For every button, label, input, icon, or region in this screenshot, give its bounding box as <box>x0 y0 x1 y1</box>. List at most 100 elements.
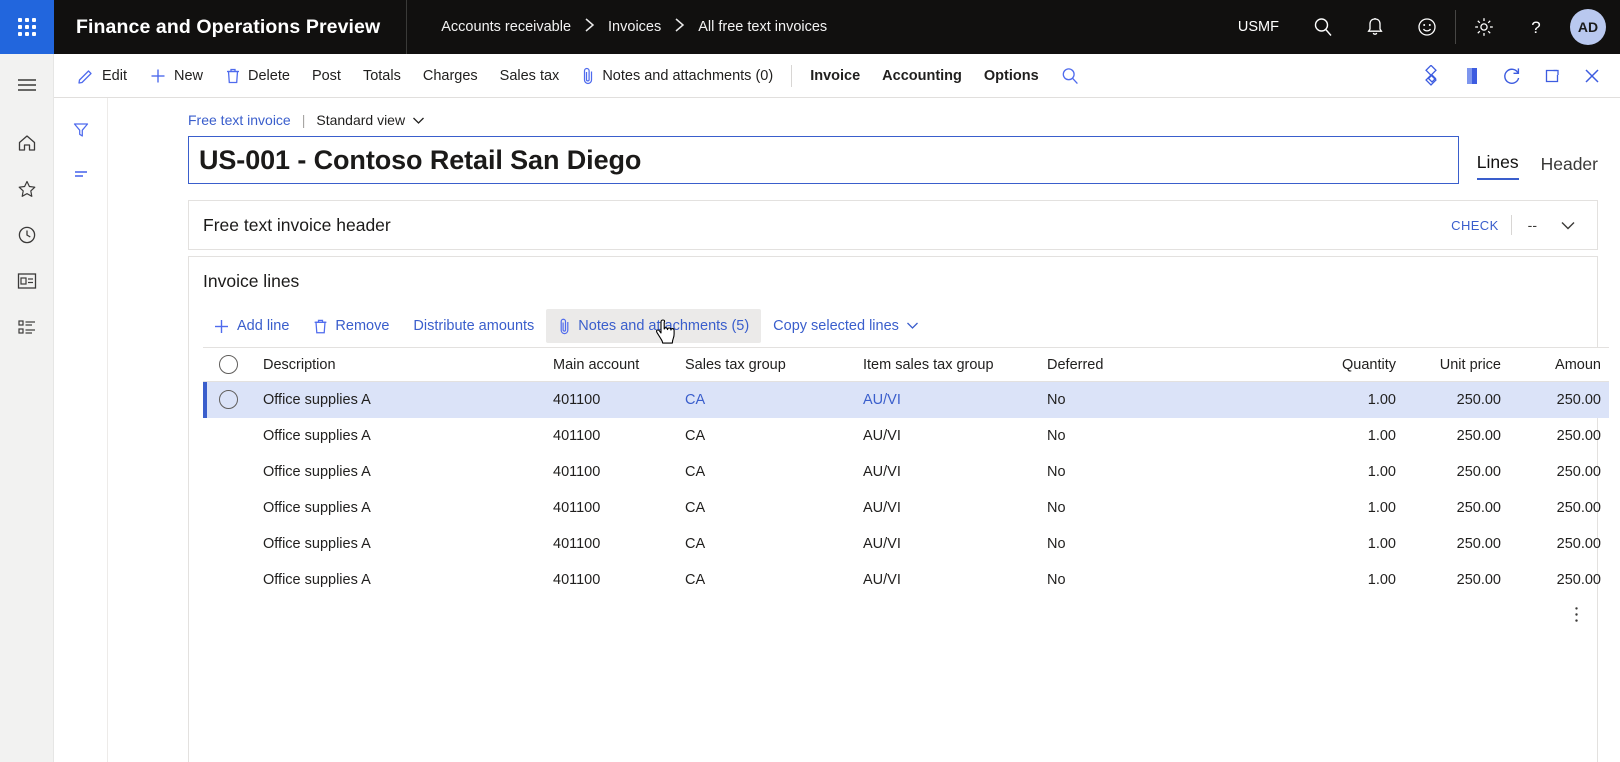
edit-button[interactable]: Edit <box>66 54 138 98</box>
totals-button[interactable]: Totals <box>352 54 412 98</box>
charges-button[interactable]: Charges <box>412 54 489 98</box>
breadcrumb-item-all-free-text-invoices[interactable]: All free text invoices <box>698 19 827 35</box>
cell-unit_price[interactable]: 250.00 <box>1404 454 1509 490</box>
column-header-amount[interactable]: Amoun <box>1509 348 1609 382</box>
select-all-radio[interactable] <box>219 355 238 374</box>
sales-tax-button[interactable]: Sales tax <box>489 54 571 98</box>
recent-clock-icon[interactable] <box>0 212 54 258</box>
row-select-cell[interactable] <box>203 454 255 490</box>
breadcrumb-item-invoices[interactable]: Invoices <box>608 19 661 35</box>
table-row[interactable]: Office supplies A401100CAAU/VINo1.00250.… <box>203 382 1609 418</box>
hamburger-menu-icon[interactable] <box>0 62 54 108</box>
cell-item_sales_tax_group[interactable]: AU/VI <box>855 382 1039 418</box>
cell-unit_price[interactable]: 250.00 <box>1404 418 1509 454</box>
cell-quantity[interactable]: 1.00 <box>1289 562 1404 598</box>
new-button[interactable]: New <box>138 54 214 98</box>
delete-button[interactable]: Delete <box>214 54 301 98</box>
breadcrumb-item-accounts-receivable[interactable]: Accounts receivable <box>441 19 571 35</box>
cell-unit_price[interactable]: 250.00 <box>1404 562 1509 598</box>
cell-main_account[interactable]: 401100 <box>545 382 677 418</box>
search-icon[interactable] <box>1297 0 1349 54</box>
row-select-radio[interactable] <box>219 390 238 409</box>
cell-unit_price[interactable]: 250.00 <box>1404 382 1509 418</box>
popout-icon[interactable] <box>1532 54 1572 98</box>
cell-item_sales_tax_group[interactable]: AU/VI <box>855 454 1039 490</box>
cell-item_sales_tax_group[interactable]: AU/VI <box>855 526 1039 562</box>
workspaces-icon[interactable] <box>0 258 54 304</box>
more-options-icon[interactable] <box>1574 606 1579 626</box>
view-selector[interactable]: Standard view <box>316 112 425 128</box>
close-icon[interactable] <box>1572 54 1612 98</box>
cell-item_sales_tax_group[interactable]: AU/VI <box>855 562 1039 598</box>
cell-deferred[interactable]: No <box>1039 490 1289 526</box>
table-row[interactable]: Office supplies A401100CAAU/VINo1.00250.… <box>203 526 1609 562</box>
cell-description[interactable]: Office supplies A <box>255 382 545 418</box>
cell-quantity[interactable]: 1.00 <box>1289 490 1404 526</box>
cell-amount[interactable]: 250.00 <box>1509 454 1609 490</box>
table-row[interactable]: Office supplies A401100CAAU/VINo1.00250.… <box>203 418 1609 454</box>
company-selector[interactable]: USMF <box>1220 19 1297 35</box>
add-line-button[interactable]: Add line <box>201 309 301 343</box>
notes-and-attachments-button[interactable]: Notes and attachments (0) <box>570 54 784 98</box>
cell-main_account[interactable]: 401100 <box>545 418 677 454</box>
table-row[interactable]: Office supplies A401100CAAU/VINo1.00250.… <box>203 562 1609 598</box>
cell-description[interactable]: Office supplies A <box>255 526 545 562</box>
page-title-input[interactable]: US-001 - Contoso Retail San Diego <box>188 136 1459 184</box>
refresh-icon[interactable] <box>1492 54 1532 98</box>
remove-button[interactable]: Remove <box>301 309 401 343</box>
cell-sales_tax_group[interactable]: CA <box>677 454 855 490</box>
modules-list-icon[interactable] <box>0 304 54 350</box>
cell-description[interactable]: Office supplies A <box>255 490 545 526</box>
cell-sales_tax_group[interactable]: CA <box>677 382 855 418</box>
cell-quantity[interactable]: 1.00 <box>1289 526 1404 562</box>
row-select-cell[interactable] <box>203 382 255 418</box>
cell-amount[interactable]: 250.00 <box>1509 382 1609 418</box>
cell-sales_tax_group[interactable]: CA <box>677 526 855 562</box>
table-row[interactable]: Office supplies A401100CAAU/VINo1.00 250.… <box>203 490 1609 526</box>
cell-sales_tax_group[interactable]: CA <box>677 418 855 454</box>
cell-unit_price[interactable]: 250.00 <box>1404 526 1509 562</box>
column-header-description[interactable]: Description <box>255 348 545 382</box>
column-header-deferred[interactable]: Deferred <box>1039 348 1289 382</box>
sort-lines-icon[interactable] <box>54 152 108 196</box>
table-row[interactable]: Office supplies A401100CAAU/VINo1.00250.… <box>203 454 1609 490</box>
cell-quantity[interactable]: 1.00 <box>1289 382 1404 418</box>
cell-amount[interactable]: 250.00 <box>1509 418 1609 454</box>
chevron-down-icon[interactable] <box>1553 220 1583 231</box>
cell-item_sales_tax_group[interactable]: AU/VI <box>855 418 1039 454</box>
cell-deferred[interactable]: No <box>1039 382 1289 418</box>
cell-main_account[interactable]: 401100 <box>545 490 677 526</box>
app-launcher-icon[interactable] <box>0 0 54 54</box>
office-app-icon[interactable] <box>1452 54 1492 98</box>
cell-sales_tax_group[interactable]: CA <box>677 562 855 598</box>
cell-amount[interactable]: 250.00 <box>1509 526 1609 562</box>
row-select-cell[interactable] <box>203 490 255 526</box>
avatar[interactable]: AD <box>1570 9 1606 45</box>
column-header-main-account[interactable]: Main account <box>545 348 677 382</box>
post-button[interactable]: Post <box>301 54 352 98</box>
tab-invoice[interactable]: Invoice <box>799 54 871 98</box>
cell-sales_tax_group[interactable]: CA <box>677 490 855 526</box>
cell-description[interactable]: Office supplies A <box>255 562 545 598</box>
settings-gear-icon[interactable] <box>1458 0 1510 54</box>
tab-header[interactable]: Header <box>1541 154 1598 180</box>
cell-deferred[interactable]: No <box>1039 526 1289 562</box>
help-question-icon[interactable]: ? <box>1510 0 1562 54</box>
row-select-cell[interactable] <box>203 526 255 562</box>
cell-item_sales_tax_group[interactable]: AU/VI <box>855 490 1039 526</box>
favorites-star-icon[interactable] <box>0 166 54 212</box>
personalize-diamond-icon[interactable] <box>1412 54 1452 98</box>
cell-main_account[interactable]: 401100 <box>545 526 677 562</box>
select-all-header[interactable] <box>203 348 255 382</box>
check-button[interactable]: CHECK <box>1439 218 1511 233</box>
cell-amount[interactable]: 250.00 <box>1509 562 1609 598</box>
column-header-item-sales-tax-group[interactable]: Item sales tax group <box>855 348 1039 382</box>
cell-amount[interactable]: 250.00 <box>1509 490 1609 526</box>
cell-deferred[interactable]: No <box>1039 562 1289 598</box>
cell-main_account[interactable]: 401100 <box>545 562 677 598</box>
column-header-unit-price[interactable]: Unit price <box>1404 348 1509 382</box>
cell-quantity[interactable]: 1.00 <box>1289 454 1404 490</box>
free-text-invoice-header-card-head[interactable]: Free text invoice header CHECK -- <box>189 201 1597 249</box>
filter-funnel-icon[interactable] <box>54 108 108 152</box>
feedback-smiley-icon[interactable] <box>1401 0 1453 54</box>
